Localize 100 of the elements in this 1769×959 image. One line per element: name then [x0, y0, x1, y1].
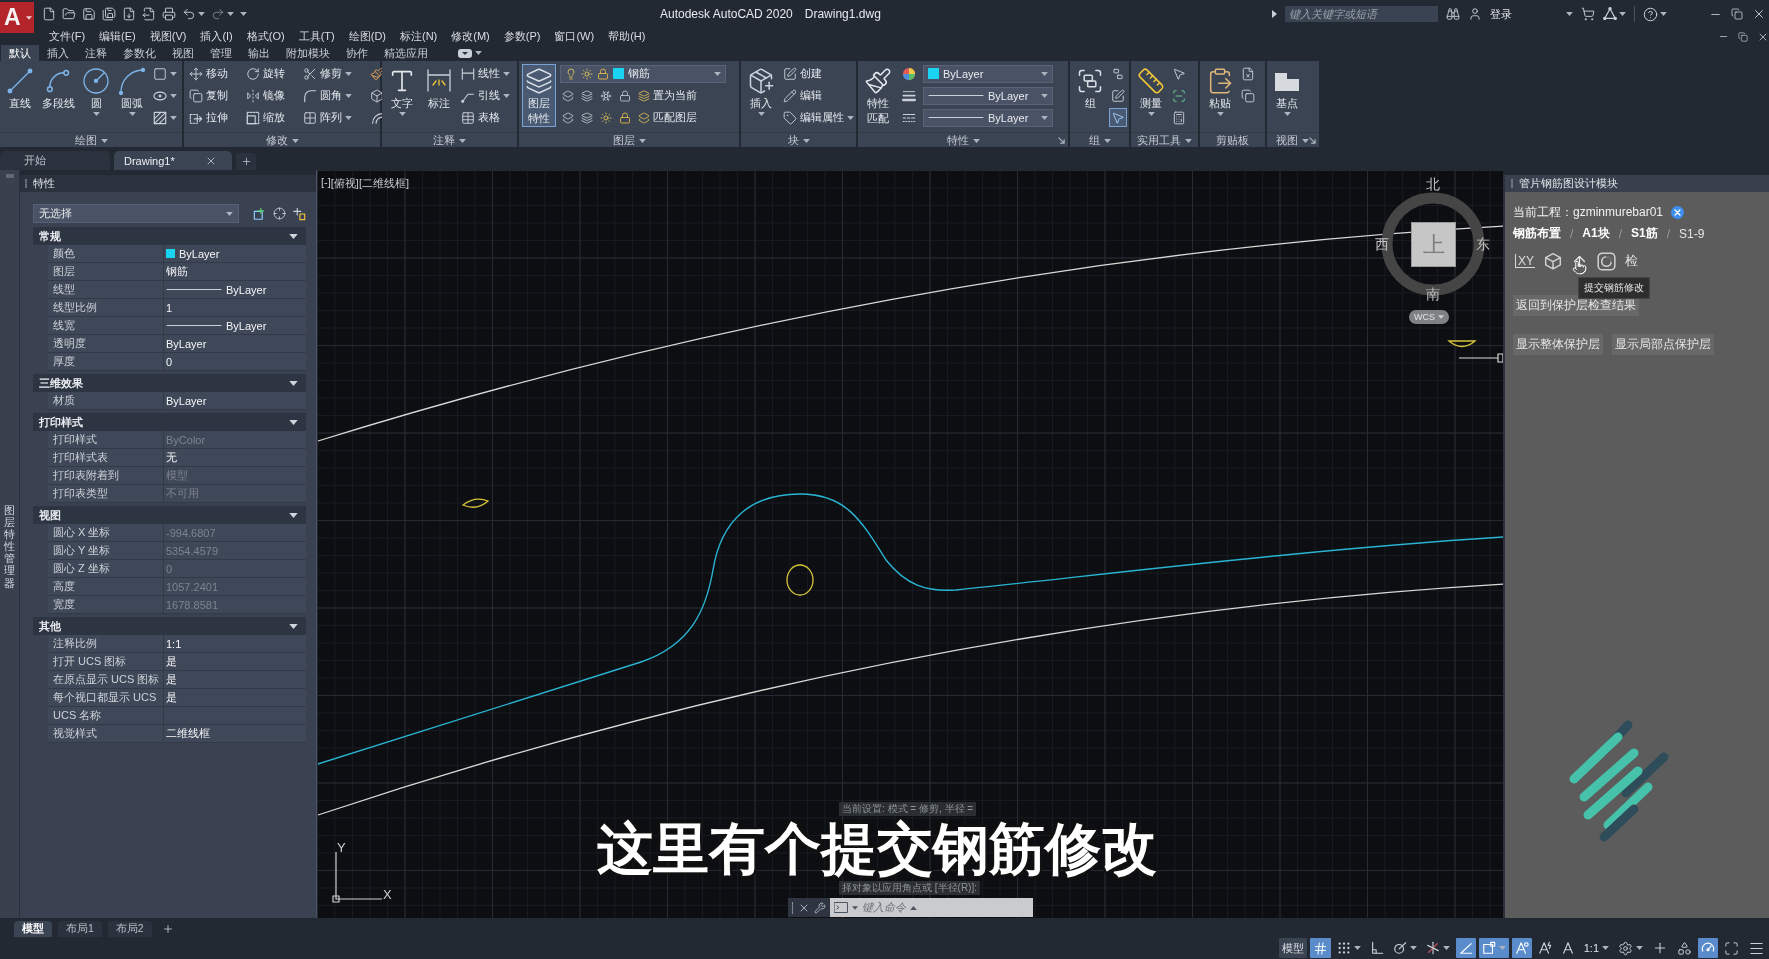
caret-icon[interactable]	[226, 211, 233, 216]
layout-tab[interactable]: 布局2	[107, 921, 152, 937]
panel-title[interactable]: 图层	[612, 133, 635, 148]
menu-item[interactable]: 标注(N)	[393, 29, 445, 44]
property-row[interactable]: UCS 名称	[48, 707, 306, 725]
caret-icon[interactable]	[92, 112, 100, 116]
property-row[interactable]: 在原点显示 UCS 图标 是	[48, 671, 306, 689]
launcher-arrow-icon[interactable]	[1309, 137, 1316, 144]
caret-icon[interactable]	[345, 93, 352, 98]
open-folder-icon[interactable]	[62, 7, 76, 21]
isometric-icon[interactable]	[1425, 941, 1440, 955]
caret-icon[interactable]	[847, 115, 854, 120]
clear-icon[interactable]	[1671, 206, 1685, 219]
panel-button[interactable]: 显示局部点保护层	[1612, 334, 1714, 355]
caret-icon[interactable]	[503, 93, 510, 98]
panel-button[interactable]: 显示整体保护层	[1513, 334, 1603, 355]
caret-icon[interactable]	[1636, 946, 1643, 950]
xy-button[interactable]: XY	[1515, 254, 1535, 268]
ribbon-tab[interactable]: 协作	[338, 45, 376, 61]
caret-icon[interactable]	[289, 512, 298, 518]
ribbon-button[interactable]: 基点	[1270, 64, 1304, 118]
lens-icon[interactable]	[1597, 251, 1616, 271]
caret-icon[interactable]	[26, 15, 32, 20]
section-header[interactable]: 常规	[33, 227, 306, 245]
search-field[interactable]: 键入关键字或短语	[1285, 6, 1438, 22]
caret-icon[interactable]	[1566, 12, 1573, 16]
launcher-arrow-icon[interactable]	[1058, 137, 1065, 144]
menu-item[interactable]: 插入(I)	[193, 29, 240, 44]
pickadd-toggle-icon[interactable]	[292, 206, 306, 221]
restore-icon[interactable]	[1731, 8, 1743, 20]
section-header[interactable]: 打印样式	[33, 413, 306, 431]
caret-icon[interactable]	[1619, 12, 1626, 16]
caret-icon[interactable]	[1602, 946, 1609, 950]
arc-icon[interactable]	[118, 67, 146, 95]
color-select[interactable]: ByLayer	[923, 64, 1053, 83]
tool-button[interactable]: 编辑属性	[781, 108, 856, 127]
table-icon[interactable]	[461, 110, 475, 125]
caret-icon[interactable]	[291, 138, 299, 143]
group-icon[interactable]	[1076, 67, 1104, 95]
viewport-control[interactable]: [俯视]	[330, 176, 359, 191]
menu-item[interactable]: 工具(T)	[291, 29, 342, 44]
linear-dimension-icon[interactable]	[461, 66, 475, 81]
panel-title[interactable]: 实用工具	[1137, 133, 1181, 148]
select-objects-icon[interactable]	[273, 207, 286, 220]
scale-icon[interactable]	[246, 110, 260, 125]
line-sample-icon[interactable]	[928, 94, 984, 97]
new-file-icon[interactable]	[42, 7, 56, 21]
ribbon-button[interactable]: 直线	[3, 64, 37, 112]
ribbon-button[interactable]: 特性 匹配	[861, 64, 895, 127]
property-row[interactable]: 线型 ByLayer	[48, 281, 306, 299]
save-icon[interactable]	[82, 7, 96, 21]
tool-button[interactable]: 创建	[781, 64, 824, 83]
up-caret-icon[interactable]	[910, 905, 917, 910]
caret-icon[interactable]	[638, 138, 646, 143]
file-tab[interactable]: 开始	[0, 151, 110, 170]
file-download-icon[interactable]	[122, 7, 136, 21]
ribbon-tab[interactable]: 参数化	[115, 45, 164, 61]
expand-arrow-icon[interactable]	[1272, 10, 1277, 18]
file-tab-label[interactable]: Drawing1*	[124, 154, 175, 167]
ribbon-tab[interactable]: 管理	[202, 45, 240, 61]
panel-button[interactable]: 返回到保护层检查结果	[1513, 295, 1639, 316]
palette-tab-label[interactable]: 图层特性管理器	[4, 504, 15, 589]
panel-title[interactable]: 剪贴板	[1216, 133, 1249, 148]
property-row[interactable]: 线宽 ByLayer	[48, 317, 306, 335]
file-tab-label[interactable]: 开始	[24, 153, 46, 168]
lock-icon[interactable]	[597, 67, 609, 80]
caret-icon[interactable]	[1185, 138, 1192, 143]
app-menu-button[interactable]: A	[0, 2, 34, 33]
tool-button[interactable]: 表格	[459, 108, 502, 127]
caret-icon[interactable]	[1147, 112, 1155, 116]
tool-button[interactable]: 修剪	[301, 64, 354, 83]
linetype-select[interactable]: ByLayer	[923, 108, 1053, 127]
panel-title[interactable]: 修改	[265, 133, 288, 148]
viewport-control[interactable]: [-]	[321, 176, 331, 191]
caret-icon[interactable]	[1302, 138, 1309, 143]
caret-icon[interactable]	[170, 71, 177, 76]
menu-item[interactable]: 格式(O)	[239, 29, 292, 44]
tool-button[interactable]: 缩放	[244, 108, 287, 127]
property-row[interactable]: 打开 UCS 图标 是	[48, 653, 306, 671]
ribbon-tab[interactable]: 输出	[240, 45, 278, 61]
section-header[interactable]: 视图	[33, 506, 306, 524]
tool-button[interactable]: 线性	[459, 64, 512, 83]
ribbon-tab[interactable]: 附加模块	[278, 45, 338, 61]
save-as-icon[interactable]	[102, 7, 116, 21]
caret-icon[interactable]	[289, 233, 298, 239]
layout-tab[interactable]: 模型	[14, 921, 52, 937]
undo-icon[interactable]	[182, 7, 196, 21]
caret-icon[interactable]	[1283, 112, 1291, 116]
cube-icon[interactable]	[1544, 252, 1562, 270]
insert-block-icon[interactable]	[747, 67, 775, 95]
ribbon-button[interactable]: 插入	[744, 64, 778, 118]
cart-icon[interactable]	[1581, 7, 1595, 21]
ribbon-button[interactable]: 圆	[79, 64, 113, 118]
ribbon-toggle-icon[interactable]	[458, 48, 472, 58]
menu-item[interactable]: 视图(V)	[142, 29, 194, 44]
breadcrumb-item[interactable]: 钢筋布置	[1513, 225, 1561, 242]
linetype-select[interactable]: ByLayer	[923, 86, 1053, 105]
panel-title[interactable]: 绘图	[74, 133, 97, 148]
property-row[interactable]: 注释比例 1:1	[48, 635, 306, 653]
menu-item[interactable]: 窗口(W)	[547, 29, 602, 44]
